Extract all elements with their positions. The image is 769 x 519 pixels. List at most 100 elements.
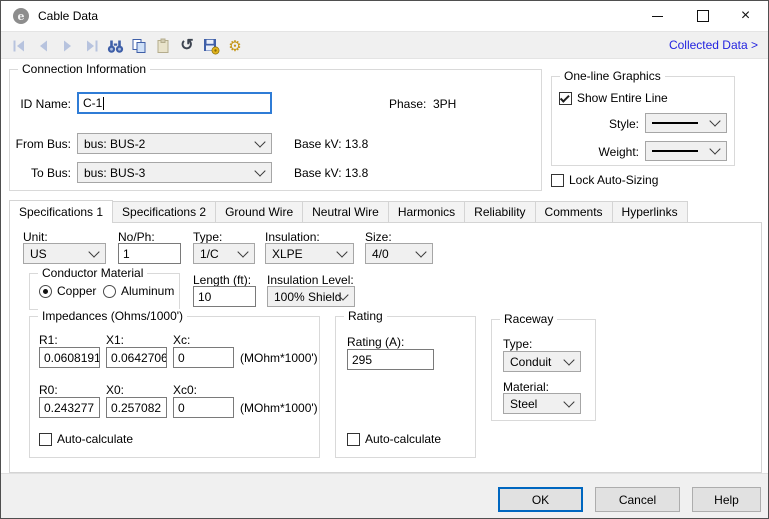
- copy-icon[interactable]: [127, 35, 151, 57]
- ok-label: OK: [532, 493, 549, 507]
- unit-value: US: [30, 247, 47, 261]
- impedance-auto-calculate-checkbox[interactable]: Auto-calculate: [39, 432, 133, 446]
- close-button[interactable]: ×: [723, 1, 768, 31]
- impedances-caption: Impedances (Ohms/1000'): [38, 309, 187, 323]
- collected-data-link[interactable]: Collected Data >: [669, 38, 758, 52]
- cancel-button[interactable]: Cancel: [595, 487, 680, 512]
- copper-label: Copper: [57, 284, 96, 298]
- etap-app-icon: e: [13, 8, 29, 24]
- rating-auto-calculate-label: Auto-calculate: [365, 432, 441, 446]
- text-caret: [103, 97, 104, 110]
- cable-data-dialog: e Cable Data ×: [0, 0, 769, 519]
- tab-hyperlinks[interactable]: Hyperlinks: [612, 201, 688, 222]
- insulation-level-select[interactable]: 100% Shield: [267, 286, 355, 307]
- checkbox-unchecked-icon: [551, 174, 564, 187]
- r0-value: 0.243277: [44, 401, 94, 415]
- id-name-input[interactable]: C-1: [77, 92, 272, 114]
- to-base-kv: Base kV: 13.8: [294, 166, 368, 180]
- toolbar: ↺ ⚙ Collected Data >: [1, 31, 768, 59]
- first-record-icon[interactable]: [7, 35, 31, 57]
- xc-input[interactable]: 0: [173, 347, 234, 368]
- rating-caption: Rating: [344, 309, 387, 323]
- x0-input[interactable]: 0.257082: [106, 397, 167, 418]
- maximize-icon: [697, 10, 709, 22]
- tab-ground-wire[interactable]: Ground Wire: [215, 201, 303, 222]
- tab-strip: Specifications 1 Specifications 2 Ground…: [9, 201, 687, 222]
- tab-comments[interactable]: Comments: [535, 201, 613, 222]
- x0-label: X0:: [106, 383, 124, 397]
- line-weight-sample: [652, 150, 698, 152]
- insulation-value: XLPE: [272, 247, 303, 261]
- copper-radio[interactable]: Copper: [39, 284, 96, 298]
- x1-input[interactable]: 0.0642706: [106, 347, 167, 368]
- xc0-input[interactable]: 0: [173, 397, 234, 418]
- check-mark-icon: [560, 92, 570, 102]
- rating-auto-calculate-checkbox[interactable]: Auto-calculate: [347, 432, 441, 446]
- type-select[interactable]: 1/C: [193, 243, 255, 264]
- chevron-down-icon: [709, 143, 720, 154]
- last-record-icon[interactable]: [79, 35, 103, 57]
- aluminum-radio[interactable]: Aluminum: [103, 284, 174, 298]
- paste-icon[interactable]: [151, 35, 175, 57]
- chevron-down-icon: [709, 115, 720, 126]
- chevron-down-icon: [415, 246, 426, 257]
- save-defaults-icon[interactable]: [199, 35, 223, 57]
- to-bus-select[interactable]: bus: BUS-3: [77, 162, 272, 183]
- checkbox-unchecked-icon: [39, 433, 52, 446]
- next-record-icon[interactable]: [55, 35, 79, 57]
- r1-label: R1:: [39, 333, 58, 347]
- radio-dot-icon: [43, 289, 48, 294]
- from-bus-select[interactable]: bus: BUS-2: [77, 133, 272, 154]
- xc0-value: 0: [178, 401, 185, 415]
- lock-auto-sizing-checkbox[interactable]: Lock Auto-Sizing: [551, 173, 658, 187]
- raceway-material-value: Steel: [510, 397, 537, 411]
- x1-value: 0.0642706: [111, 351, 167, 365]
- close-icon: ×: [741, 8, 750, 24]
- show-entire-line-checkbox[interactable]: Show Entire Line: [559, 91, 668, 105]
- impedance-auto-calculate-label: Auto-calculate: [57, 432, 133, 446]
- find-icon[interactable]: [103, 35, 127, 57]
- phase-value: 3PH: [433, 97, 456, 111]
- size-select[interactable]: 4/0: [365, 243, 433, 264]
- rating-input[interactable]: 295: [347, 349, 434, 370]
- undo-icon[interactable]: ↺: [175, 35, 199, 57]
- unit-label: Unit:: [23, 230, 48, 244]
- tab-neutral-wire[interactable]: Neutral Wire: [302, 201, 389, 222]
- line-weight-select[interactable]: [645, 141, 727, 161]
- weight-label: Weight:: [559, 145, 639, 159]
- line-style-select[interactable]: [645, 113, 727, 133]
- noph-input[interactable]: 1: [118, 243, 181, 264]
- insulation-select[interactable]: XLPE: [265, 243, 354, 264]
- mohm-unit-note-1: (MOhm*1000'): [240, 351, 318, 365]
- from-base-kv: Base kV: 13.8: [294, 137, 368, 151]
- unit-select[interactable]: US: [23, 243, 106, 264]
- tab-reliability[interactable]: Reliability: [464, 201, 535, 222]
- oneline-graphics-caption: One-line Graphics: [560, 69, 665, 83]
- minimize-button[interactable]: [635, 1, 680, 31]
- previous-record-icon[interactable]: [31, 35, 55, 57]
- ok-button[interactable]: OK: [498, 487, 583, 512]
- phase-label: Phase:: [389, 97, 426, 111]
- raceway-material-select[interactable]: Steel: [503, 393, 581, 414]
- raceway-material-label: Material:: [503, 380, 549, 394]
- rating-a-label: Rating (A):: [347, 335, 404, 349]
- chevron-down-icon: [237, 246, 248, 257]
- tab-specifications-1[interactable]: Specifications 1: [9, 200, 113, 223]
- chevron-down-icon: [254, 165, 265, 176]
- style-label: Style:: [559, 117, 639, 131]
- cancel-label: Cancel: [619, 493, 656, 507]
- length-label: Length (ft):: [193, 273, 251, 287]
- maximize-button[interactable]: [680, 1, 725, 31]
- get-defaults-icon[interactable]: ⚙: [223, 35, 247, 57]
- show-entire-line-label: Show Entire Line: [577, 91, 668, 105]
- r1-value: 0.0608191: [44, 351, 100, 365]
- tab-harmonics[interactable]: Harmonics: [388, 201, 465, 222]
- r0-input[interactable]: 0.243277: [39, 397, 100, 418]
- r0-label: R0:: [39, 383, 58, 397]
- help-button[interactable]: Help: [692, 487, 761, 512]
- length-input[interactable]: 10: [193, 286, 256, 307]
- raceway-type-select[interactable]: Conduit: [503, 351, 581, 372]
- tab-specifications-2[interactable]: Specifications 2: [112, 201, 216, 222]
- r1-input[interactable]: 0.0608191: [39, 347, 100, 368]
- lock-auto-sizing-label: Lock Auto-Sizing: [569, 173, 658, 187]
